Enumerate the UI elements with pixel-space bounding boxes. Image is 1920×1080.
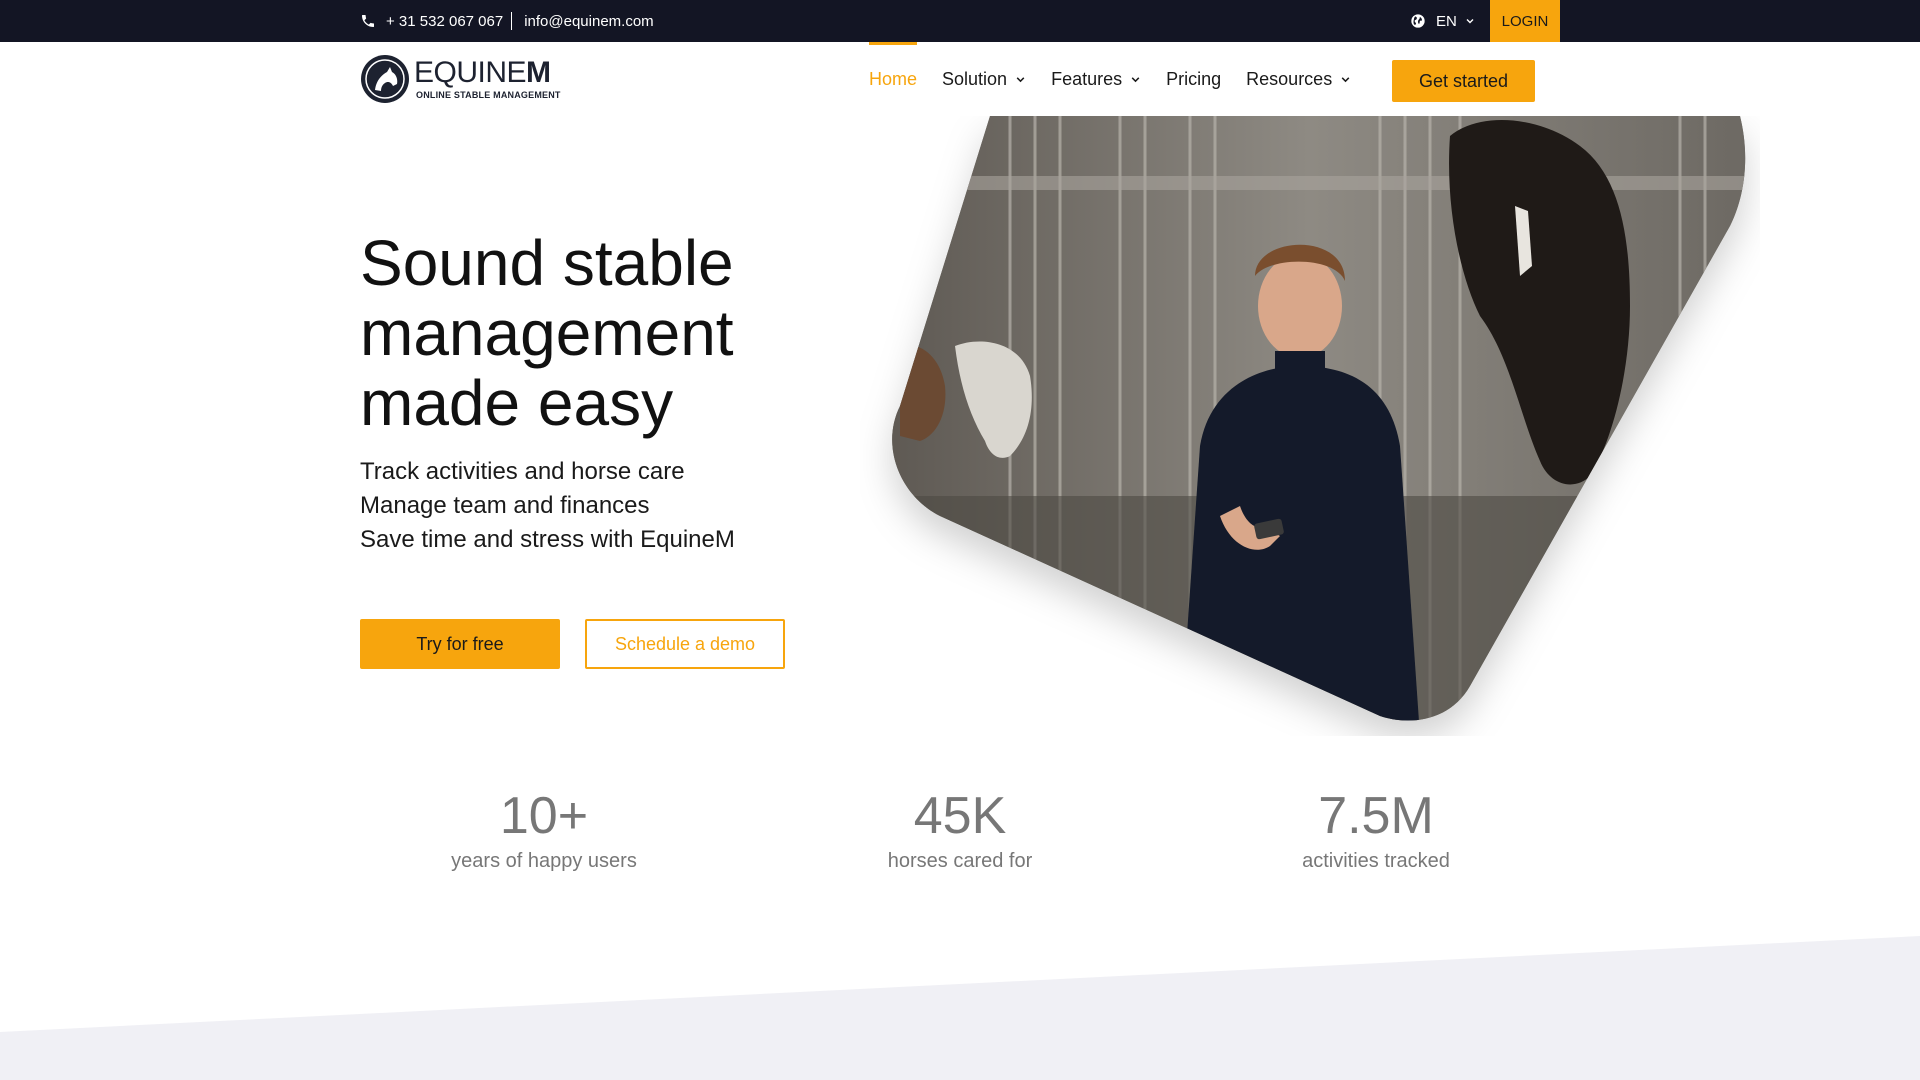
nav-solution[interactable]: Solution — [942, 42, 1026, 116]
chevron-down-icon — [1015, 74, 1026, 85]
phone-icon — [360, 13, 376, 29]
main-header: EQUINEM ONLINE STABLE MANAGEMENT Home So… — [0, 42, 1920, 116]
nav-home[interactable]: Home — [869, 42, 918, 116]
hero-title: Sound stable management made easy — [360, 227, 734, 439]
hero-subtitle-line: Track activities and horse care — [360, 458, 685, 485]
section-divider — [0, 936, 1920, 1080]
hero-image — [892, 116, 1746, 721]
stat-horses: 45K horses cared for — [810, 786, 1110, 874]
email-link[interactable]: info@equinem.com — [524, 13, 653, 30]
stat-label: horses cared for — [887, 850, 1033, 872]
divider — [511, 12, 513, 30]
login-button[interactable]: LOGIN — [1490, 0, 1560, 42]
stat-label: years of happy users — [451, 850, 637, 872]
stat-years: 10+ years of happy users — [394, 786, 694, 874]
top-bar: + 31 532 067 067 info@equinem.com EN LOG… — [0, 0, 1920, 42]
nav-features[interactable]: Features — [1051, 42, 1141, 116]
stat-label: activities tracked — [1302, 850, 1450, 872]
language-label: EN — [1436, 12, 1457, 30]
stat-activities: 7.5M activities tracked — [1226, 786, 1526, 874]
stat-value: 45K — [913, 787, 1007, 845]
chevron-down-icon — [1340, 74, 1351, 85]
stat-value: 7.5M — [1318, 787, 1434, 845]
hero-subtitle-line: Manage team and finances — [360, 492, 650, 519]
hero-subtitle: Track activities and horse care Manage t… — [360, 455, 735, 557]
stat-value: 10+ — [499, 787, 589, 845]
hero-subtitle-line: Save time and stress with EquineM — [360, 526, 735, 553]
chevron-down-icon — [1130, 74, 1141, 85]
globe-icon — [1410, 13, 1426, 29]
logo-brand: EQUINEM — [414, 56, 551, 89]
language-selector[interactable]: EN — [1410, 0, 1475, 42]
logo[interactable]: EQUINEM ONLINE STABLE MANAGEMENT — [360, 54, 561, 104]
horse-logo-icon — [361, 55, 409, 103]
logo-tagline: ONLINE STABLE MANAGEMENT — [416, 90, 561, 100]
schedule-demo-button[interactable]: Schedule a demo — [585, 619, 785, 669]
nav-resources[interactable]: Resources — [1246, 42, 1351, 116]
chevron-down-icon — [1465, 16, 1475, 26]
get-started-button[interactable]: Get started — [1392, 60, 1535, 102]
nav-pricing[interactable]: Pricing — [1166, 42, 1221, 116]
try-for-free-button[interactable]: Try for free — [360, 619, 560, 669]
phone-link[interactable]: + 31 532 067 067 — [386, 13, 503, 30]
main-nav: Home Solution Features Pricing Resources — [869, 42, 1376, 116]
contact-info: + 31 532 067 067 info@equinem.com — [360, 0, 654, 42]
